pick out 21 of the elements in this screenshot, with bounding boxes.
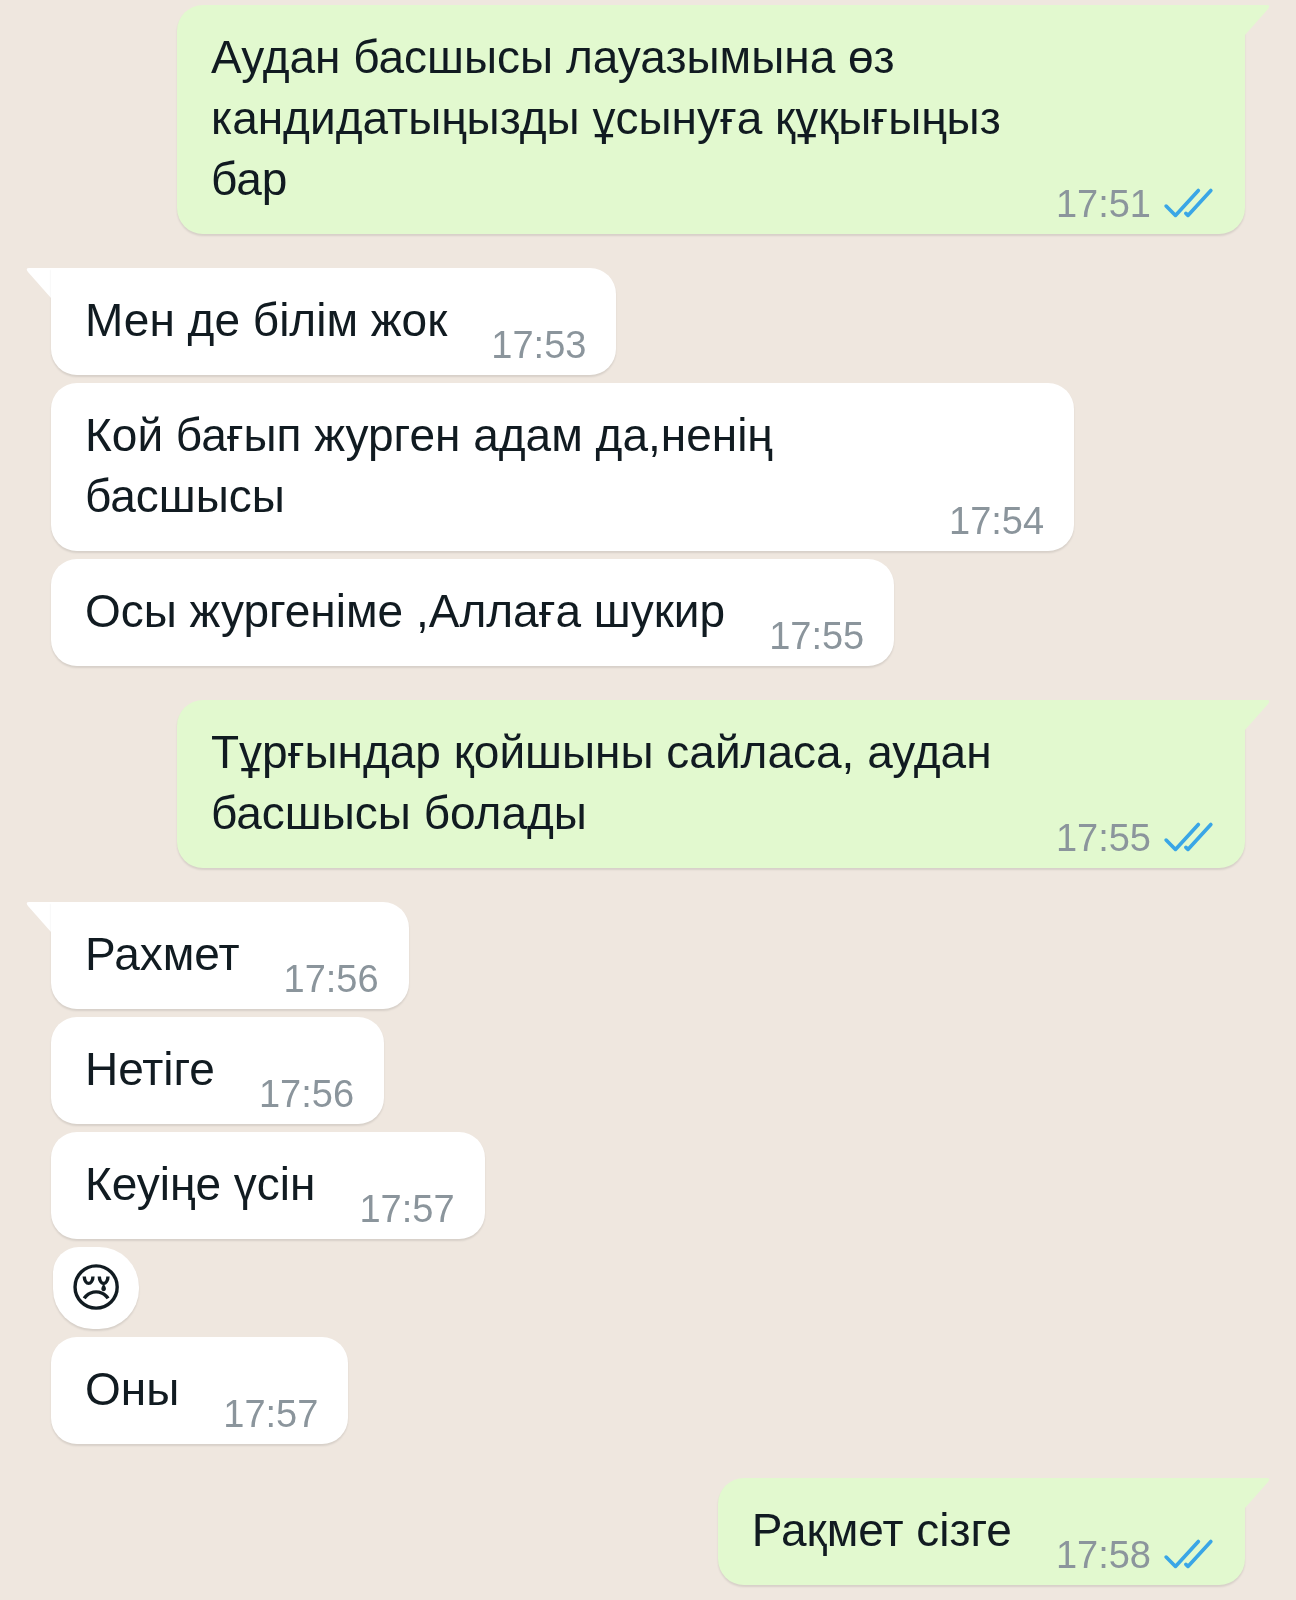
message-time: 17:58 [1055,1535,1151,1575]
message-time: 17:57 [359,1189,455,1229]
message-time: 17:56 [258,1074,354,1114]
message-text: Рақмет сізге [751,1503,1012,1558]
message-text: Кеуіңе үсін [85,1157,316,1212]
message-text: Кой бағып журген адам да,ненің басшысы [85,408,774,524]
message-time: 17:53 [491,325,587,365]
message-time: 17:51 [1055,184,1151,224]
message-time: 17:54 [949,501,1045,541]
message-text: Тұрғындар қойшыны сайласа, аудан басшысы болады [211,725,993,841]
message-time: 17:57 [223,1394,319,1434]
message-text: Мен де білім жок [85,293,448,348]
message-text: Рахмет [85,927,240,982]
message-text: Аудан басшысы лауазымына өз кандидатыңызды ұсынуға құқығыңыз бар [211,30,1002,207]
message-time: 17:55 [1055,818,1151,858]
message-text: Осы жургеніме ,Аллаға шукир [85,584,726,639]
message-text: Оны [85,1362,180,1417]
message-time: 17:56 [283,959,379,999]
message-text: Нетіге [85,1042,215,1097]
message-time: 17:55 [769,616,865,656]
emoji: 😢 [69,1257,124,1319]
